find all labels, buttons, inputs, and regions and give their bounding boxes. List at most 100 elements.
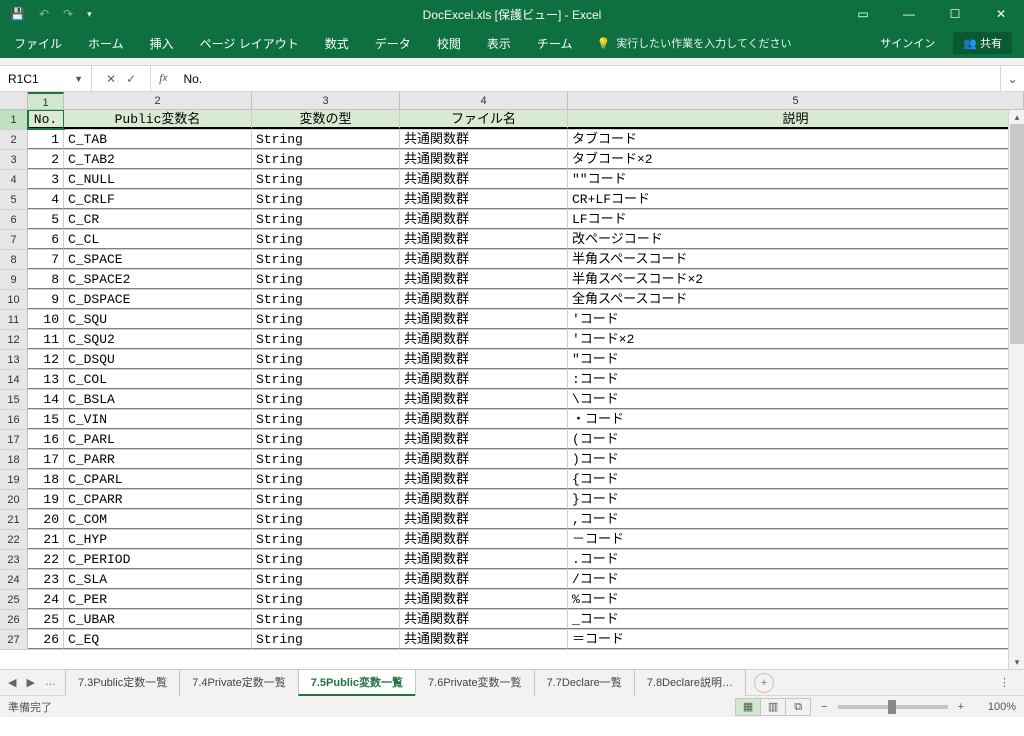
enter-icon[interactable]: ✓: [126, 72, 136, 86]
cell[interactable]: 共通関数群: [400, 550, 568, 569]
cell[interactable]: 23: [28, 570, 64, 589]
fx-icon[interactable]: fx: [151, 66, 175, 91]
sheet-tab[interactable]: 7.7Declare一覧: [534, 669, 635, 696]
cell[interactable]: String: [252, 410, 400, 429]
cell[interactable]: String: [252, 290, 400, 309]
sheet-tab[interactable]: 7.4Private定数一覧: [179, 669, 299, 696]
cell[interactable]: ,コード: [568, 510, 1024, 529]
cell[interactable]: :コード: [568, 370, 1024, 389]
cell[interactable]: String: [252, 230, 400, 249]
cell[interactable]: 12: [28, 350, 64, 369]
row-header[interactable]: 9: [0, 270, 28, 289]
tab-home[interactable]: ホーム: [86, 31, 126, 56]
cell[interactable]: 19: [28, 490, 64, 509]
row-header[interactable]: 2: [0, 130, 28, 149]
cell[interactable]: String: [252, 310, 400, 329]
cell[interactable]: C_PERIOD: [64, 550, 252, 569]
header-cell[interactable]: 変数の型: [252, 110, 400, 129]
cell[interactable]: LFコード: [568, 210, 1024, 229]
zoom-in-icon[interactable]: +: [958, 701, 964, 713]
signin-link[interactable]: サインイン: [880, 35, 935, 51]
col-header[interactable]: 2: [64, 92, 252, 109]
cell[interactable]: 共通関数群: [400, 190, 568, 209]
cell[interactable]: 共通関数群: [400, 130, 568, 149]
row-header[interactable]: 4: [0, 170, 28, 189]
cell[interactable]: /コード: [568, 570, 1024, 589]
cell[interactable]: 3: [28, 170, 64, 189]
select-all-corner[interactable]: [0, 92, 28, 109]
cell[interactable]: 全角スペースコード: [568, 290, 1024, 309]
cell[interactable]: 共通関数群: [400, 330, 568, 349]
page-break-view-icon[interactable]: ⧉: [785, 698, 811, 716]
cell[interactable]: 共通関数群: [400, 530, 568, 549]
header-cell[interactable]: Public変数名: [64, 110, 252, 129]
row-header[interactable]: 21: [0, 510, 28, 529]
cell[interactable]: C_DSQU: [64, 350, 252, 369]
cell[interactable]: 25: [28, 610, 64, 629]
cell[interactable]: 22: [28, 550, 64, 569]
cell[interactable]: String: [252, 570, 400, 589]
cell[interactable]: C_TAB2: [64, 150, 252, 169]
tell-me-search[interactable]: 💡 実行したい作業を入力してください: [596, 35, 791, 51]
cell[interactable]: 24: [28, 590, 64, 609]
cell[interactable]: C_HYP: [64, 530, 252, 549]
row-header[interactable]: 17: [0, 430, 28, 449]
cell[interactable]: C_SQU: [64, 310, 252, 329]
cell[interactable]: C_CPARR: [64, 490, 252, 509]
cell[interactable]: String: [252, 390, 400, 409]
cell[interactable]: \コード: [568, 390, 1024, 409]
cell[interactable]: 5: [28, 210, 64, 229]
col-header[interactable]: 4: [400, 92, 568, 109]
cell[interactable]: _コード: [568, 610, 1024, 629]
cell[interactable]: 共通関数群: [400, 230, 568, 249]
cell[interactable]: 共通関数群: [400, 310, 568, 329]
cell[interactable]: C_NULL: [64, 170, 252, 189]
row-header[interactable]: 11: [0, 310, 28, 329]
tab-data[interactable]: データ: [373, 31, 413, 56]
cell[interactable]: 18: [28, 470, 64, 489]
cell[interactable]: C_COM: [64, 510, 252, 529]
sheet-tab[interactable]: 7.3Public定数一覧: [65, 669, 180, 696]
normal-view-icon[interactable]: ▦: [735, 698, 761, 716]
row-header[interactable]: 13: [0, 350, 28, 369]
cell[interactable]: String: [252, 530, 400, 549]
header-cell[interactable]: ファイル名: [400, 110, 568, 129]
tab-team[interactable]: チーム: [535, 31, 575, 56]
cell[interactable]: 'コード: [568, 310, 1024, 329]
zoom-slider[interactable]: [838, 705, 948, 709]
cell[interactable]: 11: [28, 330, 64, 349]
row-header[interactable]: 16: [0, 410, 28, 429]
col-header[interactable]: 1: [28, 92, 64, 109]
cell[interactable]: )コード: [568, 450, 1024, 469]
cell[interactable]: 共通関数群: [400, 470, 568, 489]
cell[interactable]: 15: [28, 410, 64, 429]
tab-insert[interactable]: 挿入: [148, 31, 176, 56]
cell[interactable]: 8: [28, 270, 64, 289]
add-sheet-button[interactable]: +: [754, 673, 774, 693]
row-header[interactable]: 19: [0, 470, 28, 489]
cell[interactable]: C_COL: [64, 370, 252, 389]
row-header[interactable]: 10: [0, 290, 28, 309]
zoom-value[interactable]: 100%: [974, 701, 1016, 713]
cell[interactable]: 共通関数群: [400, 570, 568, 589]
cell[interactable]: 20: [28, 510, 64, 529]
row-header[interactable]: 3: [0, 150, 28, 169]
cell[interactable]: String: [252, 330, 400, 349]
sheet-tab[interactable]: 7.6Private変数一覧: [415, 669, 535, 696]
maximize-icon[interactable]: ☐: [932, 0, 978, 28]
formula-input[interactable]: [175, 66, 1000, 91]
cell[interactable]: 共通関数群: [400, 610, 568, 629]
tab-pagelayout[interactable]: ページ レイアウト: [198, 31, 301, 56]
cell[interactable]: 共通関数群: [400, 430, 568, 449]
undo-icon[interactable]: ↶: [39, 7, 49, 21]
cell[interactable]: 共通関数群: [400, 350, 568, 369]
cell[interactable]: 13: [28, 370, 64, 389]
cell[interactable]: 共通関数群: [400, 290, 568, 309]
row-header[interactable]: 8: [0, 250, 28, 269]
cell[interactable]: 共通関数群: [400, 490, 568, 509]
cell[interactable]: 共通関数群: [400, 390, 568, 409]
header-cell[interactable]: No.: [28, 110, 64, 129]
tab-view[interactable]: 表示: [485, 31, 513, 56]
cell[interactable]: 26: [28, 630, 64, 649]
cell[interactable]: 17: [28, 450, 64, 469]
